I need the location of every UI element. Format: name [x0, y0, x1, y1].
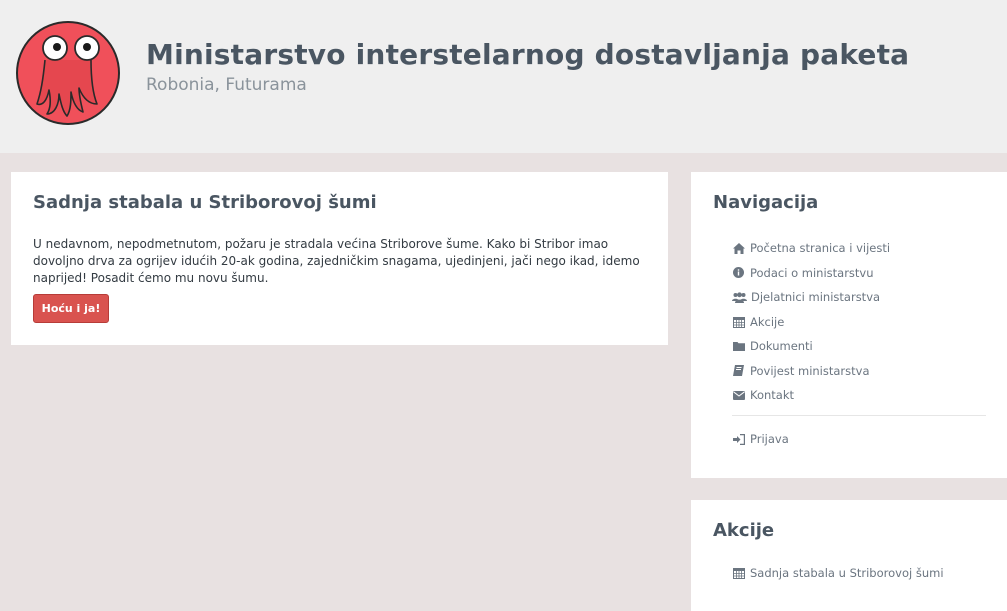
- nav-item-label: Prijava: [750, 432, 789, 447]
- nav-item-label: Dokumenti: [750, 339, 813, 354]
- nav-item-history[interactable]: Povijest ministarstva: [732, 359, 986, 384]
- article-title: Sadnja stabala u Striborovoj šumi: [33, 192, 377, 213]
- folder-icon: [732, 340, 745, 353]
- nav-item-label: Početna stranica i vijesti: [750, 241, 891, 256]
- nav-item-contact[interactable]: Kontakt: [732, 383, 986, 408]
- navigation-login: Prijava: [732, 427, 986, 452]
- main-article-panel: Sadnja stabala u Striborovoj šumi U neda…: [11, 172, 668, 345]
- sign-in-icon: [732, 433, 745, 446]
- home-icon: [732, 242, 745, 255]
- nav-item-about[interactable]: Podaci o ministarstvu: [732, 261, 986, 286]
- calendar-icon: [732, 315, 745, 328]
- calendar-icon: [732, 567, 745, 580]
- nav-item-staff[interactable]: Djelatnici ministarstva: [732, 285, 986, 310]
- nav-item-documents[interactable]: Dokumenti: [732, 334, 986, 359]
- nav-item-actions[interactable]: Akcije: [732, 310, 986, 335]
- site-subtitle: Robonia, Futurama: [146, 75, 307, 95]
- action-item-label: Sadnja stabala u Striborovoj šumi: [750, 566, 944, 581]
- octopus-mascot-icon[interactable]: [15, 20, 121, 126]
- join-button[interactable]: Hoću i ja!: [33, 294, 109, 323]
- actions-list: Sadnja stabala u Striborovoj šumi: [732, 561, 986, 586]
- site-header: Ministarstvo interstelarnog dostavljanja…: [0, 0, 1007, 153]
- users-icon: [732, 291, 747, 304]
- nav-item-label: Povijest ministarstva: [750, 363, 870, 378]
- navigation-panel: Navigacija Početna stranica i vijesti Po…: [691, 172, 1007, 478]
- nav-item-label: Kontakt: [750, 388, 795, 403]
- navigation-divider: [732, 415, 986, 416]
- actions-panel: Akcije Sadnja stabala u Striborovoj šumi: [691, 500, 1007, 611]
- nav-item-label: Djelatnici ministarstva: [751, 290, 881, 305]
- action-item[interactable]: Sadnja stabala u Striborovoj šumi: [732, 561, 986, 586]
- nav-item-label: Podaci o ministarstvu: [750, 265, 874, 280]
- info-icon: [732, 266, 745, 279]
- envelope-icon: [732, 389, 745, 402]
- navigation-list: Početna stranica i vijesti Podaci o mini…: [732, 236, 986, 408]
- nav-item-label: Akcije: [750, 314, 785, 329]
- nav-item-login[interactable]: Prijava: [732, 427, 986, 452]
- nav-item-home[interactable]: Početna stranica i vijesti: [732, 236, 986, 261]
- site-title: Ministarstvo interstelarnog dostavljanja…: [146, 38, 910, 71]
- article-text: U nedavnom, nepodmetnutom, požaru je str…: [33, 237, 640, 285]
- book-icon: [732, 364, 745, 377]
- navigation-title: Navigacija: [713, 192, 819, 213]
- actions-title: Akcije: [713, 520, 775, 541]
